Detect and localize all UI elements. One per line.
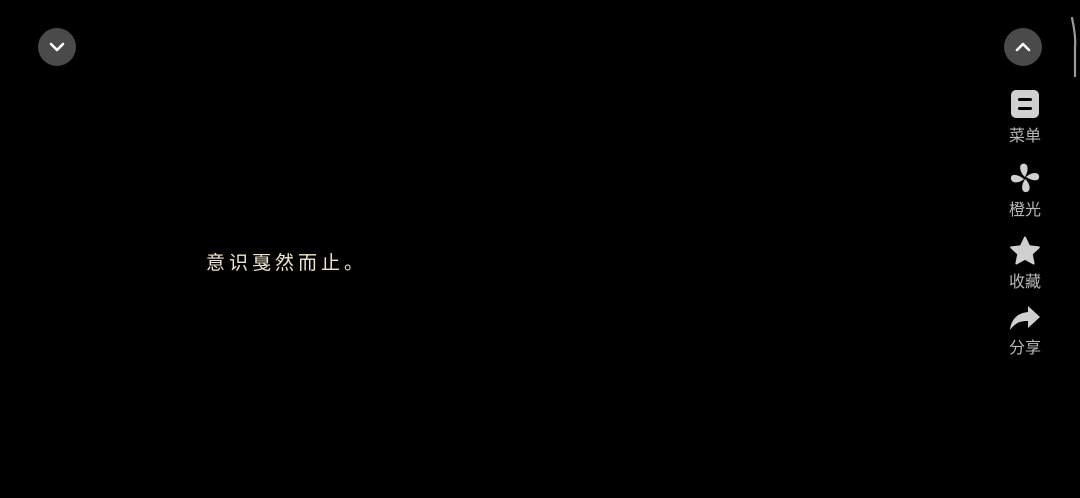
menu-button[interactable]: 菜单 [1000, 88, 1050, 146]
chevron-up-icon [1015, 42, 1031, 52]
favorite-button[interactable]: 收藏 [1000, 236, 1050, 292]
expand-button[interactable] [1004, 28, 1042, 66]
share-arrow-icon [1010, 306, 1040, 330]
story-text: 意识戛然而止。 [206, 252, 368, 274]
favorite-label: 收藏 [1008, 272, 1041, 291]
menu-note-icon [1011, 90, 1039, 118]
menu-label: 菜单 [1008, 126, 1041, 145]
orange-light-button[interactable]: 橙光 [1000, 162, 1050, 220]
share-button[interactable]: 分享 [1000, 304, 1050, 358]
chevron-down-icon [49, 42, 65, 52]
orange-light-label: 橙光 [1008, 200, 1041, 219]
collapse-button[interactable] [38, 28, 76, 66]
star-icon [1010, 236, 1040, 265]
orange-light-flower-icon [1010, 163, 1040, 193]
scroll-handle[interactable] [1071, 16, 1077, 78]
share-label: 分享 [1008, 338, 1041, 357]
